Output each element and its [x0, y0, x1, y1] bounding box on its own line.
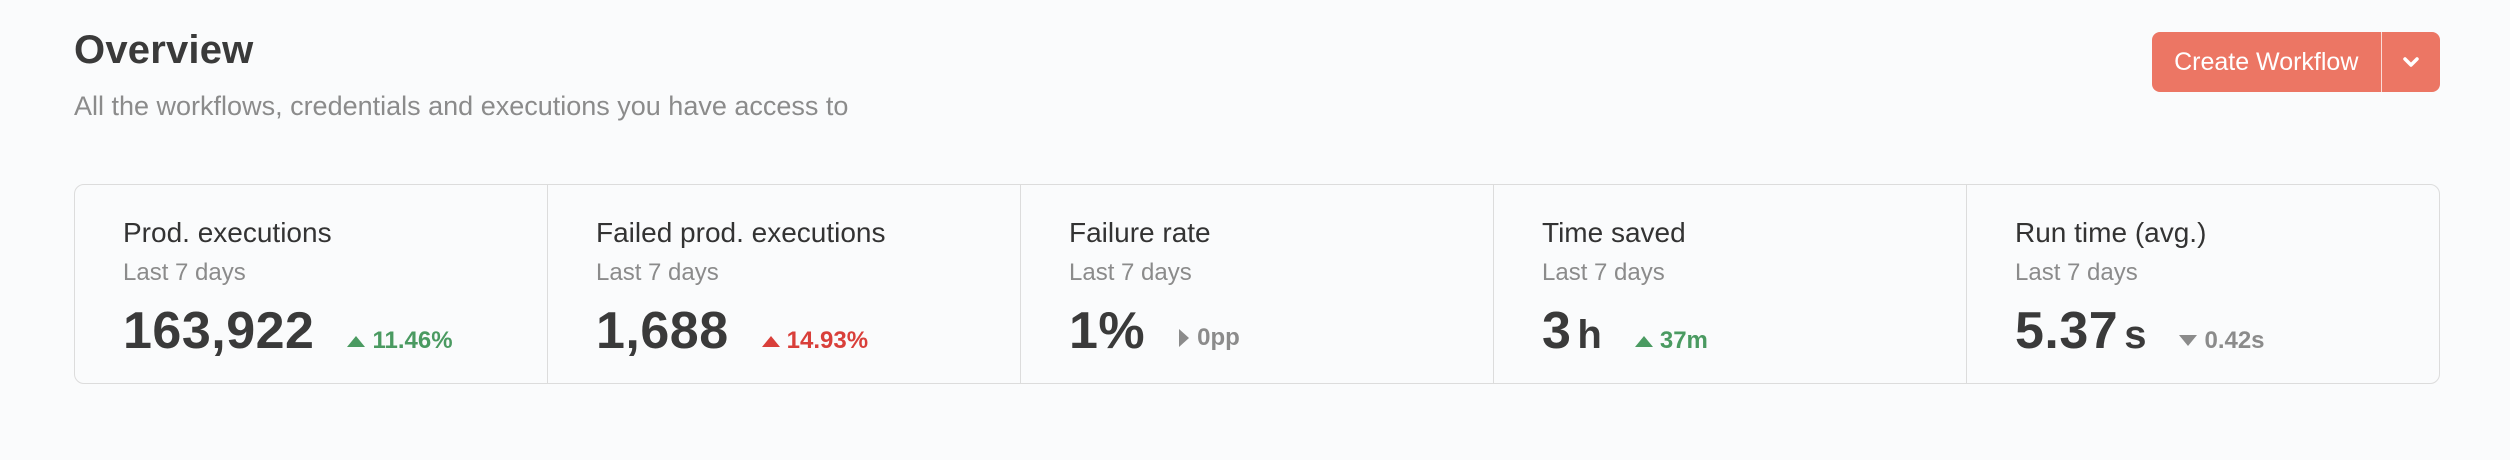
triangle-up-icon [761, 336, 780, 347]
page-subtitle: All the workflows, credentials and execu… [74, 91, 849, 121]
stat-unit: h [1577, 313, 1602, 357]
stat-failed-prod-executions[interactable]: Failed prod. executions Last 7 days 1,68… [548, 185, 1021, 383]
insights-summary: Prod. executions Last 7 days 163,922 11.… [74, 184, 2440, 384]
stat-trend-value: 0pp [1197, 324, 1240, 351]
stat-trend: 0.42s [2178, 327, 2265, 355]
stat-trend-value: 37m [1659, 327, 1708, 354]
stat-label: Failure rate [1069, 217, 1211, 248]
stat-time-saved[interactable]: Time saved Last 7 days 3 h 37m [1494, 185, 1967, 383]
triangle-up-icon [347, 336, 366, 347]
stat-trend-value: 0.42s [2204, 327, 2265, 354]
stat-prod-executions[interactable]: Prod. executions Last 7 days 163,922 11.… [75, 185, 548, 383]
stat-period: Last 7 days [2015, 259, 2138, 286]
stat-value: 5.37 [2015, 302, 2119, 360]
stat-period: Last 7 days [1542, 259, 1665, 286]
stat-value: 163,922 [123, 302, 315, 360]
stat-period: Last 7 days [1069, 259, 1192, 286]
stat-period: Last 7 days [596, 259, 719, 286]
stat-run-time-avg[interactable]: Run time (avg.) Last 7 days 5.37 s 0.42s [1967, 185, 2439, 383]
stat-trend: 14.93% [761, 327, 868, 355]
stat-label: Run time (avg.) [2015, 217, 2207, 248]
triangle-right-icon [1179, 329, 1190, 347]
stat-trend: 37m [1634, 327, 1708, 355]
stat-label: Prod. executions [123, 217, 332, 248]
create-workflow-button[interactable]: Create Workflow [2152, 32, 2381, 92]
chevron-down-icon [2403, 57, 2419, 67]
stat-period: Last 7 days [123, 259, 246, 286]
stat-value: 1,688 [596, 302, 729, 360]
stat-label: Failed prod. executions [596, 217, 886, 248]
stat-value: 1% [1069, 302, 1146, 360]
page-title: Overview [74, 28, 254, 72]
page-header: Overview All the workflows, credentials … [74, 28, 848, 122]
create-workflow-button-group: Create Workflow [2152, 32, 2440, 92]
stat-trend: 0pp [1177, 324, 1240, 352]
create-workflow-dropdown-button[interactable] [2382, 32, 2440, 92]
stat-label: Time saved [1542, 217, 1686, 248]
stat-value: 3 [1542, 302, 1572, 360]
stat-trend: 11.46% [346, 327, 453, 355]
stat-failure-rate[interactable]: Failure rate Last 7 days 1% 0pp [1021, 185, 1494, 383]
stat-trend-value: 14.93% [786, 327, 869, 354]
stat-unit: s [2124, 313, 2147, 357]
triangle-down-icon [2179, 335, 2198, 346]
stat-trend-value: 11.46% [372, 327, 453, 354]
triangle-up-icon [1634, 336, 1653, 347]
